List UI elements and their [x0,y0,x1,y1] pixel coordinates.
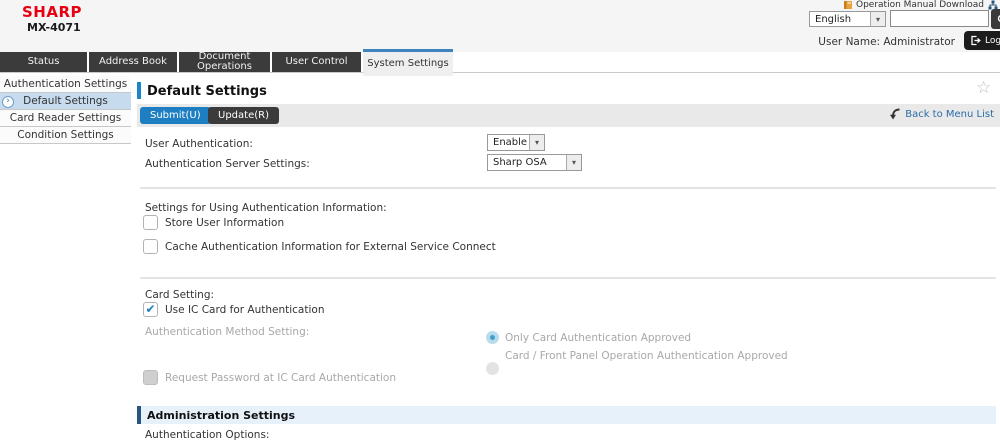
authentication-options-label: Authentication Options: [145,429,269,441]
tab-user-control[interactable]: User Control [272,52,361,72]
back-to-menu-link[interactable]: Back to Menu List [889,108,994,120]
user-authentication-select[interactable]: Enable ▾ [487,134,545,151]
auth-info-heading: Settings for Using Authentication Inform… [145,202,387,214]
chevron-down-icon: ▾ [870,12,885,26]
sidebar-item-label: Default Settings [23,95,108,107]
user-name-label: User Name: Administrator [780,36,955,48]
update-button[interactable]: Update(R) [208,107,279,124]
only-card-radio[interactable] [486,331,499,344]
check-icon: ✔ [144,303,157,316]
submit-button[interactable]: Submit(U) [140,107,211,124]
operation-manual-label: Operation Manual Download [856,0,984,10]
back-arrow-icon [889,108,901,120]
page-title: Default Settings [147,84,267,99]
card-setting-heading: Card Setting: [145,289,214,301]
search-icon [997,14,1000,25]
sidebar-item-card-reader-settings[interactable]: Card Reader Settings [0,110,131,127]
model-name: MX-4071 [27,21,81,34]
logout-label: Logout [985,36,1000,46]
separator [140,277,996,279]
auth-server-label: Authentication Server Settings: [145,158,310,170]
request-password-label: Request Password at IC Card Authenticati… [165,372,396,384]
sidebar-item-authentication-settings[interactable]: Authentication Settings [0,76,131,93]
language-select[interactable]: English ▾ [809,11,886,27]
chevron-down-icon: ▾ [529,135,544,150]
store-user-info-label: Store User Information [165,217,284,229]
manual-book-icon [843,0,853,10]
auth-method-label: Authentication Method Setting: [145,326,309,338]
request-password-checkbox [143,370,158,385]
top-links: Operation Manual Download Sitemap [843,0,1000,10]
cache-auth-info-checkbox[interactable] [143,239,158,254]
chevron-down-icon: ▾ [566,155,581,170]
sidebar: Authentication Settings › Default Settin… [0,76,131,144]
sharp-logo: SHARP [22,3,82,21]
radio-dot [490,335,495,340]
sidebar-item-default-settings[interactable]: › Default Settings [0,93,131,110]
auth-server-value: Sharp OSA [488,157,566,168]
toolbar: Submit(U) Update(R) Back to Menu List [137,104,1000,127]
search-button[interactable] [991,9,1000,29]
tab-address-book[interactable]: Address Book [89,52,177,72]
sidebar-item-label: Condition Settings [17,129,114,141]
sidebar-item-condition-settings[interactable]: Condition Settings [0,127,131,144]
admin-accent-bar [137,406,141,424]
search-input[interactable] [890,10,989,27]
sidebar-item-label: Card Reader Settings [10,112,121,124]
selected-arrow-icon: › [2,96,14,108]
language-selected: English [810,14,870,25]
separator [140,187,996,189]
card-front-panel-radio[interactable] [486,362,499,375]
use-ic-card-checkbox[interactable]: ✔ [143,302,158,317]
user-authentication-label: User Authentication: [145,138,253,150]
tab-baseline [0,72,1000,73]
tab-system-settings[interactable]: System Settings [363,49,453,76]
title-accent-bar [137,82,141,99]
admin-settings-heading: Administration Settings [147,409,295,422]
only-card-label: Only Card Authentication Approved [505,332,691,344]
favorite-star-icon[interactable]: ☆ [976,78,991,98]
store-user-info-checkbox[interactable] [143,215,158,230]
user-authentication-value: Enable [488,137,529,148]
auth-server-select[interactable]: Sharp OSA ▾ [487,154,582,171]
tab-document-operations[interactable]: Document Operations [179,52,270,72]
tab-status[interactable]: Status [0,52,87,72]
sidebar-item-label: Authentication Settings [4,78,127,90]
operation-manual-link[interactable]: Operation Manual Download [843,0,984,10]
use-ic-card-label: Use IC Card for Authentication [165,304,324,316]
logout-icon [970,35,981,46]
back-to-menu-label: Back to Menu List [905,109,994,120]
card-front-panel-label: Card / Front Panel Operation Authenticat… [505,350,788,362]
cache-auth-info-label: Cache Authentication Information for Ext… [165,241,496,253]
logout-button[interactable]: Logout [964,31,1000,50]
